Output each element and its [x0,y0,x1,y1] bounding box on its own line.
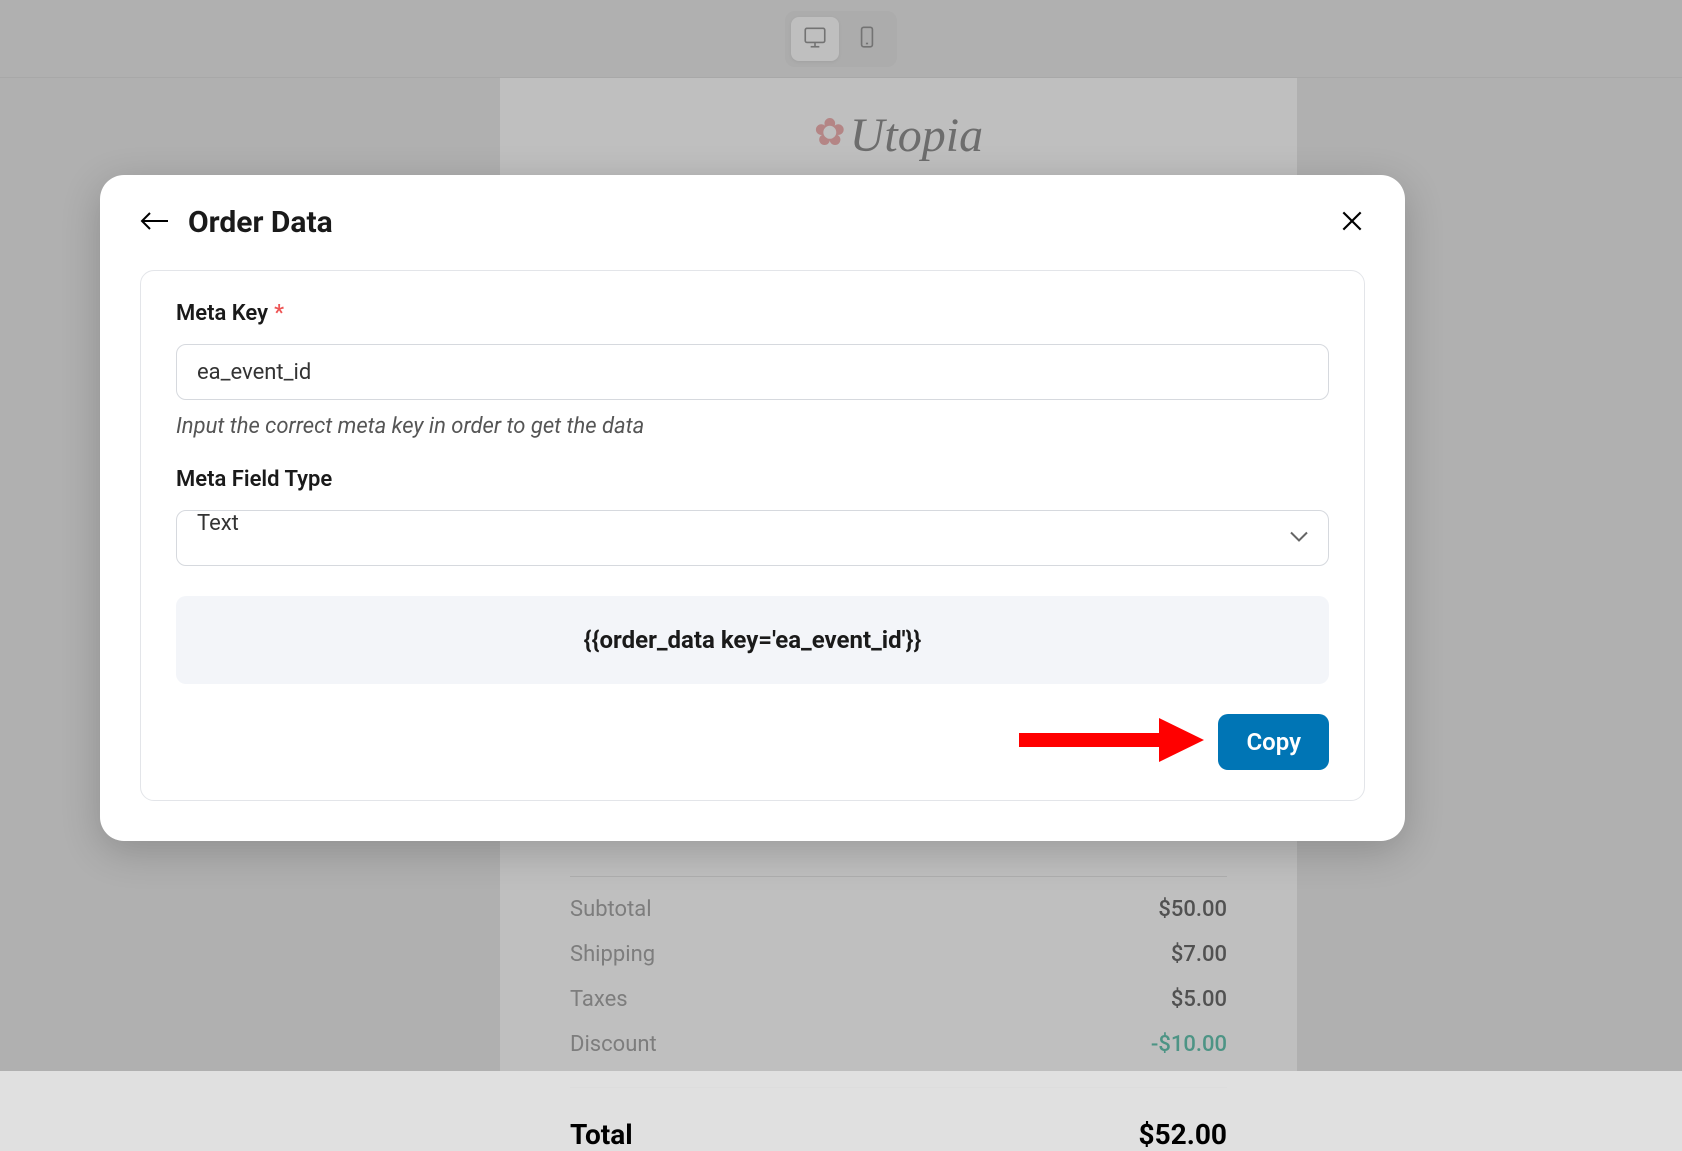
copy-button[interactable]: Copy [1218,714,1329,770]
close-icon [1339,222,1365,237]
meta-key-help-text: Input the correct meta key in order to g… [176,414,1329,439]
modal-body: Meta Key* Input the correct meta key in … [140,270,1365,801]
order-data-modal: Order Data Meta Key* Input the correct m… [100,175,1405,841]
field-type-label: Meta Field Type [176,467,1329,492]
close-button[interactable] [1339,208,1365,237]
annotation-arrow [1009,710,1209,774]
modal-actions: Copy [176,714,1329,770]
total-label: Total [570,1118,633,1151]
arrow-left-icon [140,209,170,236]
field-type-select[interactable]: Text [176,510,1329,566]
required-indicator: * [274,301,284,326]
total-value: $52.00 [1139,1118,1227,1151]
modal-title: Order Data [188,205,1339,240]
meta-key-label: Meta Key* [176,301,1329,326]
shortcode-display: {{order_data key='ea_event_id'}} [176,596,1329,684]
back-button[interactable] [140,209,170,236]
modal-header: Order Data [100,175,1405,260]
meta-key-input[interactable] [176,344,1329,400]
